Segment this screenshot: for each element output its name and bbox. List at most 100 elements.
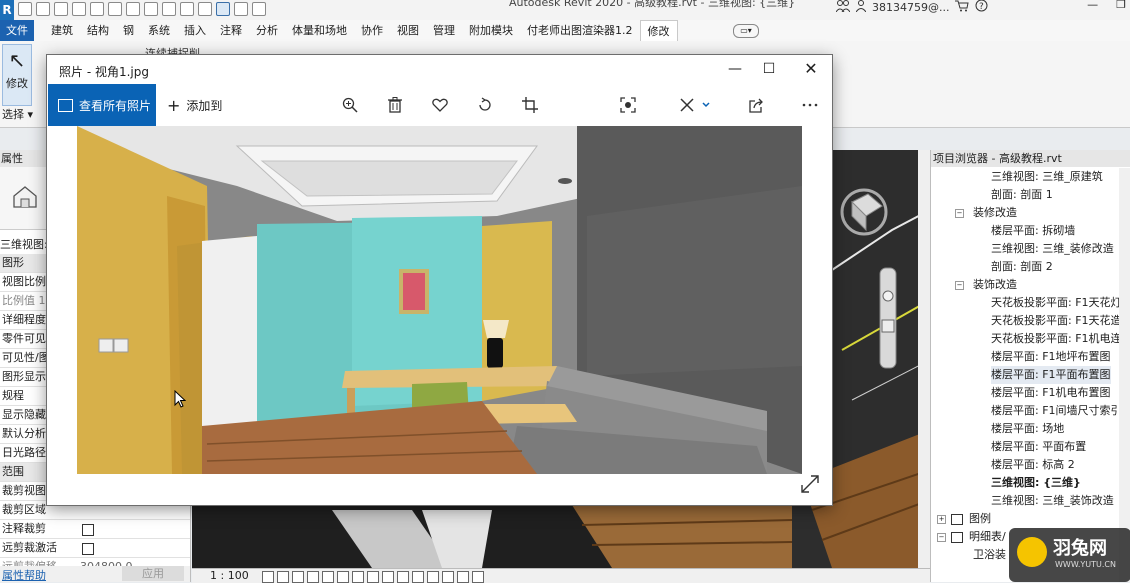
visual-style-icon[interactable] (277, 571, 289, 583)
share-icon[interactable] (744, 92, 770, 118)
section-icon[interactable] (198, 2, 212, 16)
tree-item[interactable]: 三维视图: 三维_装饰改造 (931, 492, 1119, 510)
select-dropdown[interactable]: 选择 ▾ (0, 108, 35, 122)
minimize-icon[interactable]: — (721, 59, 749, 79)
expand-icon[interactable]: + (937, 515, 946, 524)
user-icon[interactable] (835, 0, 851, 15)
detail-level-icon[interactable] (262, 571, 274, 583)
tree-item-selected[interactable]: 楼层平面: F1平面布置图 (931, 366, 1119, 384)
tab-analyze[interactable]: 分析 (249, 20, 285, 42)
tab-insert[interactable]: 插入 (177, 20, 213, 42)
unlock-view-icon[interactable] (367, 571, 379, 583)
photos-title-bar[interactable]: 照片 - 视角1.jpg — ☐ ✕ (47, 55, 832, 84)
enhance-icon[interactable] (615, 92, 641, 118)
render-icon[interactable] (322, 571, 334, 583)
redo-icon[interactable] (90, 2, 104, 16)
analytical-model-icon[interactable] (442, 571, 454, 583)
tab-renderer[interactable]: 付老师出图渲染器1.2 (520, 20, 640, 42)
reveal-constraints-icon[interactable] (472, 571, 484, 583)
print-icon[interactable] (108, 2, 122, 16)
file-tab[interactable]: 文件 (0, 20, 34, 41)
tree-item[interactable]: 楼层平面: F1机电布置图 (931, 384, 1119, 402)
tree-item[interactable]: 三维视图: {三维} (931, 474, 1119, 492)
property-row[interactable]: 注释裁剪 (0, 520, 190, 539)
revit-logo[interactable]: R (0, 0, 14, 20)
collapse-icon[interactable]: − (937, 533, 946, 542)
worksharing-icon[interactable] (427, 571, 439, 583)
collapse-icon[interactable]: − (955, 281, 964, 290)
tab-structure[interactable]: 结构 (80, 20, 116, 42)
tab-massing-site[interactable]: 体量和场地 (285, 20, 354, 42)
close-hidden-icon[interactable] (234, 2, 248, 16)
tree-item[interactable]: 楼层平面: 平面布置 (931, 438, 1119, 456)
tree-item[interactable]: 楼层平面: F1间墙尺寸索引图 (931, 402, 1130, 420)
maximize-icon[interactable]: ☐ (755, 59, 783, 79)
tab-view[interactable]: 视图 (390, 20, 426, 42)
delete-icon[interactable] (382, 92, 408, 118)
more-icon[interactable] (797, 92, 823, 118)
tree-item[interactable]: + 图例 (931, 510, 1119, 528)
far-clip-checkbox[interactable] (82, 543, 94, 555)
modify-button[interactable]: ↖ 修改 (2, 44, 32, 106)
measure-icon[interactable] (126, 2, 140, 16)
text-icon[interactable] (162, 2, 176, 16)
add-to-button[interactable]: + 添加到 (167, 96, 222, 115)
temp-hide-icon[interactable] (382, 571, 394, 583)
tab-addins[interactable]: 附加模块 (462, 20, 520, 42)
zoom-in-icon[interactable] (337, 92, 363, 118)
view-scrollbar[interactable] (918, 150, 930, 568)
apply-button[interactable]: 应用 (122, 566, 184, 581)
rendered-photo[interactable] (77, 126, 802, 474)
tree-item[interactable]: 三维视图: 三维_原建筑 (931, 168, 1119, 186)
dimension-icon[interactable] (144, 2, 158, 16)
tree-item[interactable]: 天花板投影平面: F1机电连线平 (931, 330, 1130, 348)
collapse-icon[interactable]: − (955, 209, 964, 218)
show-crop-icon[interactable] (352, 571, 364, 583)
property-row[interactable]: 远剪裁激活 (0, 539, 190, 558)
favorite-icon[interactable] (427, 92, 453, 118)
tree-item[interactable]: 楼层平面: 标高 2 (931, 456, 1119, 474)
highlight-displacement-icon[interactable] (457, 571, 469, 583)
user-id[interactable]: 38134759@... (872, 1, 949, 14)
temp-view-props-icon[interactable] (412, 571, 424, 583)
properties-help-link[interactable]: 属性帮助 (2, 567, 46, 583)
close-icon[interactable]: ✕ (797, 59, 825, 79)
crop-icon[interactable] (517, 92, 543, 118)
sync-icon[interactable] (54, 2, 68, 16)
tab-modify[interactable]: 修改 (639, 20, 678, 42)
ribbon-options-icon[interactable]: ▭▾ (733, 24, 759, 38)
switch-windows-icon[interactable] (252, 2, 266, 16)
tree-item[interactable]: 三维视图: 三维_装修改造 (931, 240, 1119, 258)
view-all-photos-button[interactable]: 查看所有照片 (48, 84, 156, 126)
tree-item[interactable]: 天花板投影平面: F1天花造型布 (931, 312, 1130, 330)
view-scale[interactable]: 1 : 100 (210, 569, 249, 583)
rotate-icon[interactable] (472, 92, 498, 118)
reveal-hidden-icon[interactable] (397, 571, 409, 583)
open-icon[interactable] (18, 2, 32, 16)
3d-view-icon[interactable] (180, 2, 194, 16)
crop-view-icon[interactable] (337, 571, 349, 583)
tab-manage[interactable]: 管理 (426, 20, 462, 42)
tree-item[interactable]: − 装修改造 (931, 204, 1119, 222)
tab-annotate[interactable]: 注释 (213, 20, 249, 42)
tree-item[interactable]: − 装饰改造 (931, 276, 1119, 294)
expand-icon[interactable] (799, 473, 821, 495)
edit-create-icon[interactable] (675, 92, 717, 118)
tree-item[interactable]: 楼层平面: 拆砌墙 (931, 222, 1119, 240)
annotation-crop-checkbox[interactable] (82, 524, 94, 536)
tree-item[interactable]: 楼层平面: 场地 (931, 420, 1119, 438)
sun-path-icon[interactable] (292, 571, 304, 583)
tab-collaborate[interactable]: 协作 (354, 20, 390, 42)
tree-item[interactable]: 天花板投影平面: F1天花灯具布 (931, 294, 1130, 312)
cart-icon[interactable] (955, 0, 970, 15)
tab-steel[interactable]: 钢 (116, 20, 141, 42)
help-icon[interactable]: ? (975, 0, 988, 15)
tab-architecture[interactable]: 建筑 (44, 20, 80, 42)
restore-icon[interactable]: ❐ (1116, 0, 1126, 11)
view-selector[interactable]: 三维视图: (0, 236, 48, 254)
minimize-icon[interactable]: — (1087, 0, 1098, 11)
undo-icon[interactable] (72, 2, 86, 16)
person-icon[interactable] (855, 0, 867, 15)
tab-systems[interactable]: 系统 (141, 20, 177, 42)
tree-item[interactable]: 剖面: 剖面 2 (931, 258, 1119, 276)
